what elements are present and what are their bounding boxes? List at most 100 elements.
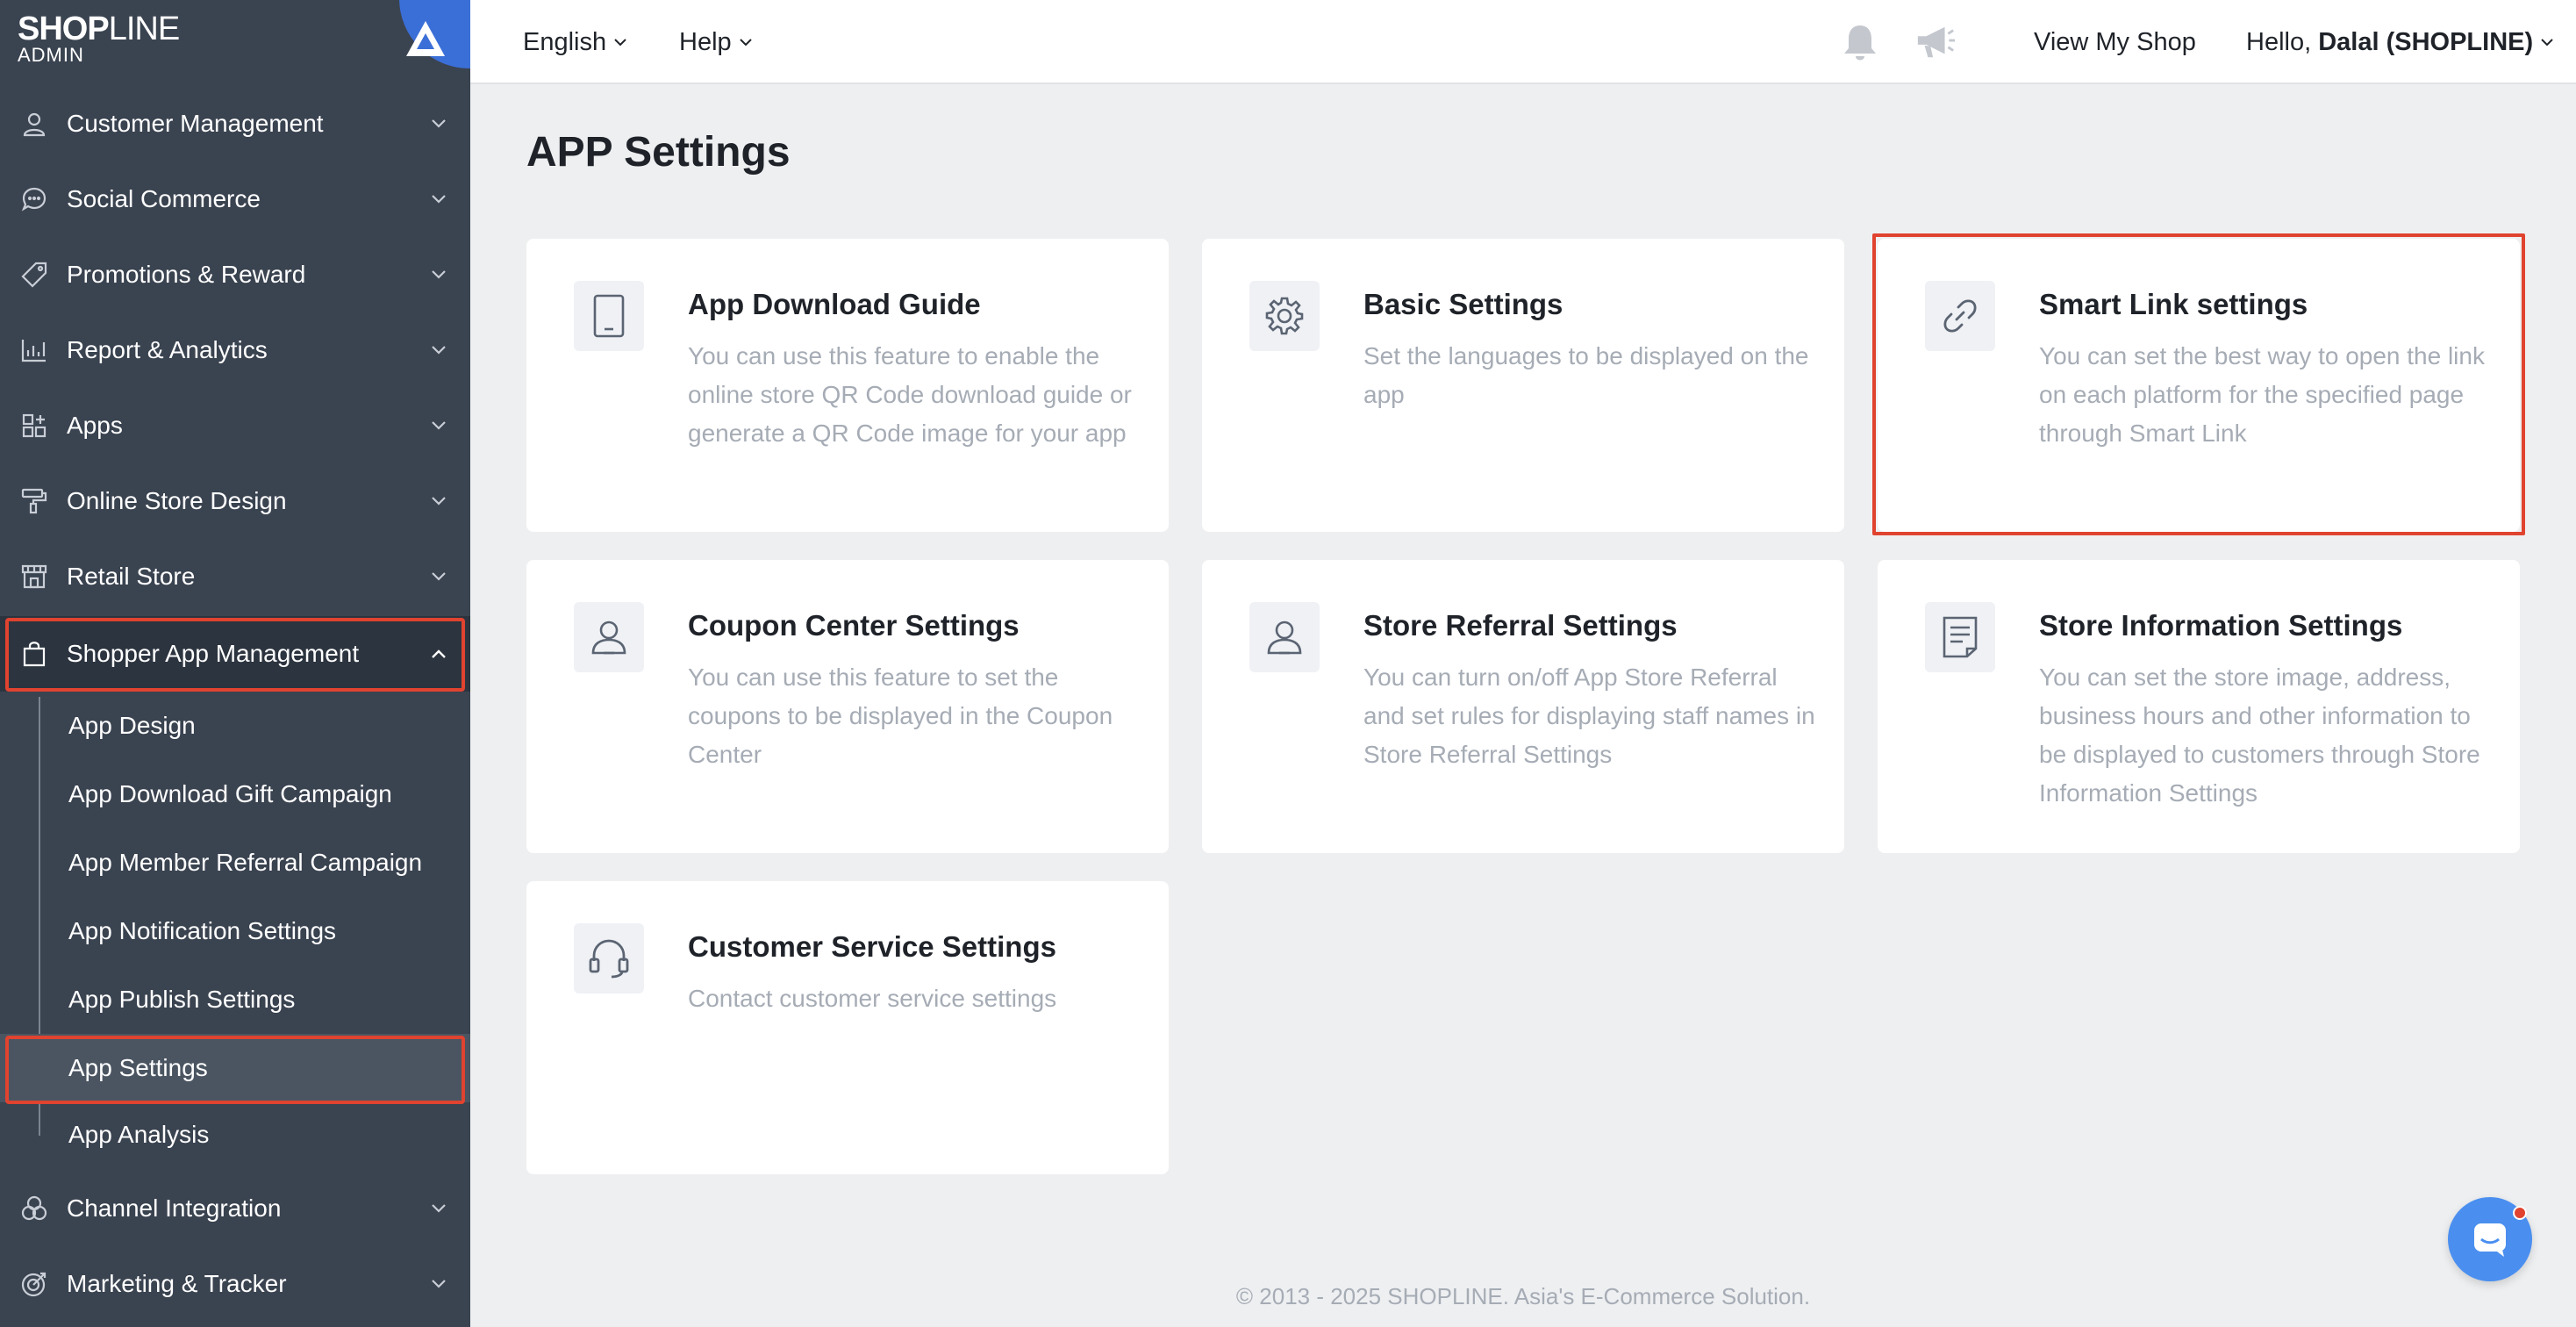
view-my-shop-link[interactable]: View My Shop <box>2034 0 2196 84</box>
help-label: Help <box>679 27 732 56</box>
chevron-down-icon <box>430 115 447 133</box>
chevron-down-icon <box>430 1200 447 1217</box>
logo-admin-label: ADMIN <box>18 44 84 66</box>
sidebar-subitem-app-notification-settings[interactable]: App Notification Settings <box>0 897 470 965</box>
sidebar-item-label: Online Store Design <box>67 487 287 514</box>
sidebar-item-label: Channel Integration <box>67 1194 282 1222</box>
sidebar-subitem-app-download-gift-campaign[interactable]: App Download Gift Campaign <box>0 760 470 828</box>
highlight-shopper-app-management <box>5 618 465 692</box>
logo-brand-bold: SHOP <box>18 11 110 47</box>
sidebar-subitem-app-publish-settings[interactable]: App Publish Settings <box>0 965 470 1034</box>
sidebar-subitem-label: App Design <box>68 712 196 739</box>
chevron-down-icon <box>739 38 753 47</box>
sidebar-item-social-commerce[interactable]: Social Commerce <box>0 161 470 237</box>
tablet-icon <box>574 281 644 351</box>
sidebar: SHOPLINE ADMIN Customer Management Socia… <box>0 0 470 1327</box>
language-label: English <box>523 27 607 56</box>
card-customer-service-settings[interactable]: Customer Service Settings Contact custom… <box>526 881 1169 1174</box>
hello-prefix: Hello, <box>2246 27 2319 56</box>
sidebar-item-label: Promotions & Reward <box>67 261 306 288</box>
bell-icon[interactable] <box>1839 21 1881 63</box>
highlight-smart-link-card <box>1872 233 2525 535</box>
help-dropdown[interactable]: Help <box>679 0 753 84</box>
sidebar-subitem-label: App Publish Settings <box>68 986 296 1013</box>
chevron-down-icon <box>613 38 627 47</box>
sidebar-subitem-label: App Member Referral Campaign <box>68 849 423 876</box>
language-dropdown[interactable]: English <box>523 0 627 84</box>
card-store-referral-settings[interactable]: Store Referral Settings You can turn on/… <box>1202 560 1844 853</box>
target-icon <box>19 1269 49 1299</box>
sidebar-item-label: Customer Management <box>67 110 324 137</box>
gear-icon <box>1249 281 1320 351</box>
card-title: Store Information Settings <box>2039 609 2403 642</box>
sidebar-subitem-app-design[interactable]: App Design <box>0 692 470 760</box>
card-title: Coupon Center Settings <box>688 609 1020 642</box>
sidebar-subitem-app-analysis[interactable]: App Analysis <box>0 1101 470 1169</box>
card-description: You can set the store image, address, bu… <box>2039 664 2480 807</box>
shopline-logo[interactable]: SHOPLINE ADMIN <box>0 0 470 77</box>
card-store-information-settings[interactable]: Store Information Settings You can set t… <box>1878 560 2520 853</box>
notification-dot <box>2513 1206 2527 1220</box>
headset-icon <box>574 923 644 993</box>
sidebar-item-label: Social Commerce <box>67 185 261 212</box>
document-icon <box>1925 602 1995 672</box>
card-coupon-center-settings[interactable]: Coupon Center Settings You can use this … <box>526 560 1169 853</box>
triangle-logo-icon <box>406 21 445 56</box>
sidebar-item-label: Report & Analytics <box>67 336 268 363</box>
sidebar-item-promotions-reward[interactable]: Promotions & Reward <box>0 237 470 312</box>
paint-roller-icon <box>19 486 49 516</box>
card-title: Basic Settings <box>1363 288 1563 320</box>
chevron-down-icon <box>430 190 447 208</box>
chevron-down-icon <box>430 492 447 510</box>
user-name: Dalal (SHOPLINE) <box>2318 27 2534 56</box>
sidebar-item-label: Retail Store <box>67 563 196 590</box>
card-description: Set the languages to be displayed on the… <box>1363 342 1809 408</box>
sidebar-subitem-app-member-referral-campaign[interactable]: App Member Referral Campaign <box>0 828 470 897</box>
chat-button[interactable] <box>2448 1197 2532 1281</box>
card-app-download-guide[interactable]: App Download Guide You can use this feat… <box>526 239 1169 532</box>
view-my-shop-label: View My Shop <box>2034 27 2196 56</box>
card-description: Contact customer service settings <box>688 985 1057 1012</box>
card-title: App Download Guide <box>688 288 981 320</box>
sidebar-subitem-label: App Download Gift Campaign <box>68 780 392 807</box>
top-bar: English Help View My Shop Hello, Dalal (… <box>470 0 2576 84</box>
chat-bubble-icon <box>19 184 49 214</box>
chevron-down-icon <box>430 417 447 434</box>
highlight-app-settings <box>5 1036 465 1104</box>
chevron-down-icon <box>430 266 447 283</box>
chevron-down-icon <box>430 341 447 359</box>
chevron-down-icon <box>430 1275 447 1293</box>
bar-chart-icon <box>19 335 49 365</box>
megaphone-icon[interactable] <box>1914 21 1957 63</box>
chat-icon <box>2474 1223 2506 1257</box>
sidebar-item-report-analytics[interactable]: Report & Analytics <box>0 312 470 388</box>
channels-icon <box>19 1194 49 1223</box>
sidebar-item-marketing-tracker[interactable]: Marketing & Tracker <box>0 1246 470 1322</box>
sidebar-item-online-store-design[interactable]: Online Store Design <box>0 463 470 539</box>
user-menu-dropdown[interactable]: Hello, Dalal (SHOPLINE) <box>2246 0 2554 84</box>
sidebar-item-label: Apps <box>67 412 123 439</box>
card-description: You can turn on/off App Store Referral a… <box>1363 664 1815 768</box>
card-description: You can use this feature to set the coup… <box>688 664 1113 768</box>
apps-grid-icon <box>19 411 49 441</box>
logo-brand-light: LINE <box>108 11 180 47</box>
sidebar-item-retail-store[interactable]: Retail Store <box>0 539 470 614</box>
card-title: Customer Service Settings <box>688 930 1056 963</box>
sidebar-subitem-label: App Notification Settings <box>68 917 337 944</box>
page-title: APP Settings <box>526 129 791 176</box>
card-basic-settings[interactable]: Basic Settings Set the languages to be d… <box>1202 239 1844 532</box>
store-icon <box>19 562 49 592</box>
chevron-down-icon <box>2540 38 2554 47</box>
sidebar-subitem-label: App Analysis <box>68 1121 210 1148</box>
sidebar-item-channel-integration[interactable]: Channel Integration <box>0 1171 470 1246</box>
user-icon <box>19 109 49 139</box>
user-card-icon <box>1249 602 1320 672</box>
user-card-icon <box>574 602 644 672</box>
tag-icon <box>19 260 49 290</box>
chevron-down-icon <box>430 568 447 585</box>
card-description: You can use this feature to enable the o… <box>688 342 1132 447</box>
sidebar-item-label: Marketing & Tracker <box>67 1270 287 1297</box>
sidebar-item-customer-management[interactable]: Customer Management <box>0 86 470 161</box>
footer-copyright: © 2013 - 2025 SHOPLINE. Asia's E-Commerc… <box>1235 1283 1811 1309</box>
sidebar-item-apps[interactable]: Apps <box>0 388 470 463</box>
